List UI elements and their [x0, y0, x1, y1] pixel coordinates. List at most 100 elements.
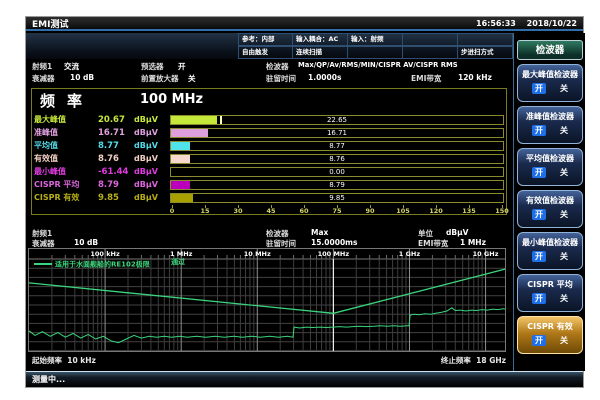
detector-toggle-row: 开关 [518, 293, 582, 304]
setting-value: 10 dB [70, 73, 94, 82]
detector-toggle-button[interactable]: 最小峰值检波器开 关 [517, 232, 583, 270]
axis-tick-label: 120 [429, 207, 443, 215]
setting-value: 10 dB [74, 238, 98, 247]
toggle-on[interactable]: 开 [532, 209, 546, 220]
status-strip: 参考：内部输入耦合：AC输入：射频自由触发连续扫描步进扫方式 [26, 33, 513, 59]
meter-row: CISPR 平均8.79dBμV8.79 [34, 178, 504, 191]
detector-toggle-button[interactable]: 有效值检波器开关 [517, 190, 583, 228]
frequency-label: 频率 [40, 90, 94, 111]
axis-tick-label: 45 [266, 207, 275, 215]
meter-row-value: 8.79 [98, 180, 134, 190]
x-axis-decade-label: 100 MHz [318, 250, 350, 258]
meter-bar-track: 8.76 [170, 154, 504, 164]
app-title: EMI测试 [32, 17, 68, 30]
detector-toggle-row: 开关 [518, 167, 582, 178]
detector-toggle-button[interactable]: CISPR 平均开关 [517, 274, 583, 312]
toggle-off[interactable]: 关 [560, 209, 568, 220]
meter-axis: 0153045607590105120135150 [172, 205, 502, 216]
meter-bar-value-label: 22.65 [171, 116, 503, 124]
meter-row-value: 8.76 [98, 154, 134, 164]
meter-row: 有效值8.76dBμV8.76 [34, 152, 504, 165]
toggle-on[interactable]: 开 [532, 293, 546, 304]
setting-label: 预选器 [141, 61, 164, 72]
status-cell [458, 33, 513, 46]
toggle-on[interactable]: 开 [532, 167, 546, 178]
axis-tick-label: 150 [495, 207, 509, 215]
status-cells: 参考：内部输入耦合：AC输入：射频自由触发连续扫描步进扫方式 [238, 33, 513, 59]
setting-label: 检波器 [266, 61, 289, 72]
meter-rows: 最大峰值20.67dBμV22.65准峰值16.71dBμV16.71平均值8.… [34, 113, 504, 204]
status-cell [348, 46, 403, 59]
detector-toggle-button[interactable]: 准峰值检波器开关 [517, 106, 583, 144]
stop-frequency: 终止频率 18 GHz [441, 355, 506, 366]
detector-toggle-row: 开关 [518, 335, 582, 346]
legend-label: 适用于水面舰船的RE102极限 [55, 260, 151, 269]
meter-bar-track: 8.79 [170, 180, 504, 190]
toggle-on[interactable]: 开 [532, 251, 546, 262]
axis-tick-label: 0 [170, 207, 175, 215]
meter-row-value: 8.77 [98, 141, 134, 151]
settings-row-1: 射频1 交流 预选器 开 检波器 Max/QP/Av/RMS/MIN/CISPR AV/C… [26, 61, 513, 72]
meter-bar-value-label: 9.85 [171, 194, 503, 202]
axis-tick-label: 135 [462, 207, 476, 215]
setting-value: dBμV [446, 228, 468, 237]
setting-value: 1 MHz [460, 238, 486, 247]
meter-bar-value-label: 8.76 [171, 155, 503, 163]
x-axis-decade-label: 1 GHz [399, 250, 421, 258]
meter-row-unit: dBμV [134, 128, 170, 137]
max-trace [29, 308, 505, 343]
limit-line [29, 269, 505, 313]
setting-value: 1.0000s [308, 73, 341, 82]
detector-toggle-button[interactable]: 最大峰值检波器开关 [517, 64, 583, 102]
toggle-off[interactable]: 关 [560, 125, 568, 136]
settings-row-2: 衰减器10 dB前置放大器关驻留时间1.0000sEMI带宽120 kHz [26, 73, 513, 84]
detector-button-label: 最小峰值检波器 [518, 237, 582, 248]
meter-row: 平均值8.77dBμV8.77 [34, 139, 504, 152]
meter-row-unit: dBμV [134, 193, 170, 202]
time-text: 16:56:33 [476, 19, 516, 28]
meter-row-unit: dBμV [134, 180, 170, 189]
axis-tick-label: 75 [332, 207, 341, 215]
toggle-off[interactable]: 关 [560, 293, 568, 304]
axis-tick-label: 105 [396, 207, 410, 215]
meter-bar-track: 9.85 [170, 193, 504, 203]
pass-status-text: 通过 [171, 257, 185, 267]
detector-toggle-button[interactable]: CISPR 有效开关 [517, 316, 583, 354]
meter-title: 频率 100 MHz [32, 89, 506, 111]
detector-menu-button[interactable]: 检波器 [517, 40, 583, 60]
setting-label: 衰减器 [32, 73, 55, 84]
meter-row: 准峰值16.71dBμV16.71 [34, 126, 504, 139]
status-cell [403, 33, 458, 46]
toggle-off[interactable]: 关 [560, 83, 568, 94]
meter-row-label: 准峰值 [34, 127, 98, 138]
setting-value: 120 kHz [458, 73, 492, 82]
spectrum-chart: 通过 100 kHz1 MHz10 MHz100 MHz1 GHz10 GHz适… [28, 248, 506, 352]
meter-row: 最大峰值20.67dBμV22.65 [34, 113, 504, 126]
status-cell: 步进扫方式 [458, 46, 513, 59]
setting-value: 15.0000ms [311, 238, 357, 247]
meter-row-value: -61.44 [98, 167, 134, 177]
toggle-off[interactable]: 关 [560, 251, 568, 262]
toggle-on[interactable]: 开 [532, 83, 546, 94]
toggle-off[interactable]: 关 [560, 167, 568, 178]
meter-row: 最小峰值-61.44dBμV0.00 [34, 165, 504, 178]
setting-label: 射频1 [32, 61, 52, 72]
meter-bar-value-label: 8.77 [171, 142, 503, 150]
setting-value: 交流 [64, 61, 79, 72]
detector-button-label: 有效值检波器 [518, 195, 582, 206]
detector-toggle-row: 开关 [518, 209, 582, 220]
detector-button-label: 平均值检波器 [518, 153, 582, 164]
toggle-on[interactable]: 开 [532, 335, 546, 346]
meter-row-unit: dBμV [134, 154, 170, 163]
setting-value: Max/QP/Av/RMS/MIN/CISPR AV/CISPR RMS [298, 61, 458, 69]
setting-value: 关 [188, 73, 196, 84]
detector-button-label: CISPR 平均 [518, 279, 582, 290]
toggle-off[interactable]: 关 [560, 335, 568, 346]
meter-row-value: 16.71 [98, 128, 134, 138]
spectrum-plot: 100 kHz1 MHz10 MHz100 MHz1 GHz10 GHz适用于水… [28, 248, 506, 352]
meter-bar-track: 22.65 [170, 115, 504, 125]
detector-toggle-button[interactable]: 平均值检波器开关 [517, 148, 583, 186]
setting-value: 开 [178, 61, 186, 72]
start-frequency: 起始频率 10 kHz [32, 355, 96, 366]
toggle-on[interactable]: 开 [532, 125, 546, 136]
